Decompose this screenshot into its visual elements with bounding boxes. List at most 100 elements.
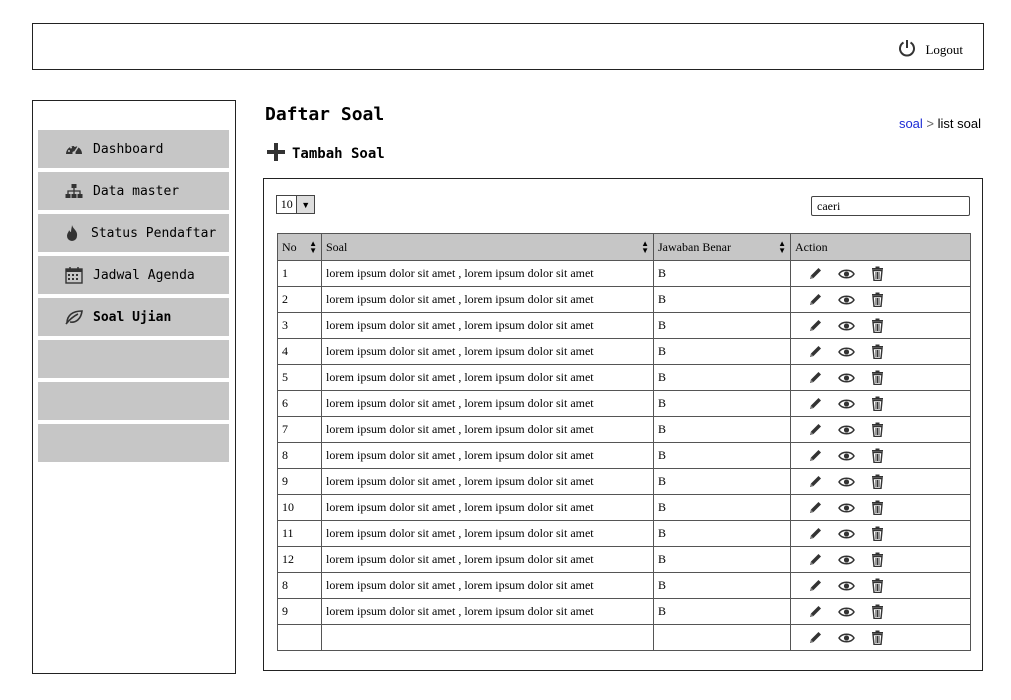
dashboard-icon xyxy=(65,140,83,158)
fire-icon xyxy=(63,224,81,242)
column-header-soal[interactable]: Soal ▲ ▼ xyxy=(321,233,654,261)
page-size-select[interactable]: 10 ▼ xyxy=(276,195,315,214)
eye-icon[interactable] xyxy=(838,421,855,438)
pencil-icon[interactable] xyxy=(807,369,824,386)
trash-icon[interactable] xyxy=(869,551,886,568)
pencil-icon[interactable] xyxy=(807,395,824,412)
trash-icon[interactable] xyxy=(869,369,886,386)
trash-icon[interactable] xyxy=(869,525,886,542)
eye-icon[interactable] xyxy=(838,265,855,282)
eye-icon[interactable] xyxy=(838,343,855,360)
trash-icon[interactable] xyxy=(869,447,886,464)
pencil-icon[interactable] xyxy=(807,525,824,542)
eye-icon[interactable] xyxy=(838,447,855,464)
cell-no: 9 xyxy=(277,598,322,625)
cell-jawaban: B xyxy=(653,416,791,443)
eye-icon[interactable] xyxy=(838,629,855,646)
trash-icon[interactable] xyxy=(869,473,886,490)
eye-icon[interactable] xyxy=(838,317,855,334)
sidebar-item-dashboard[interactable]: Dashboard xyxy=(38,130,229,168)
table-row xyxy=(277,624,971,651)
cell-action xyxy=(790,260,971,287)
table-row: 10 lorem ipsum dolor sit amet , lorem ip… xyxy=(277,494,971,521)
pencil-icon[interactable] xyxy=(807,499,824,516)
power-icon xyxy=(897,38,917,62)
breadcrumb-link-soal[interactable]: soal xyxy=(899,116,923,131)
table-row: 5 lorem ipsum dolor sit amet , lorem ips… xyxy=(277,364,971,391)
cell-no: 4 xyxy=(277,338,322,365)
sidebar-item-jadwal-agenda[interactable]: Jadwal Agenda xyxy=(38,256,229,294)
table-row: 2 lorem ipsum dolor sit amet , lorem ips… xyxy=(277,286,971,313)
column-header-jawaban-benar[interactable]: Jawaban Benar ▲ ▼ xyxy=(653,233,791,261)
sort-icon[interactable]: ▲ ▼ xyxy=(778,240,786,255)
cell-no: 1 xyxy=(277,260,322,287)
eye-icon[interactable] xyxy=(838,577,855,594)
cell-soal: lorem ipsum dolor sit amet , lorem ipsum… xyxy=(321,260,654,287)
logout-label: Logout xyxy=(925,42,963,57)
cell-soal: lorem ipsum dolor sit amet , lorem ipsum… xyxy=(321,338,654,365)
sidebar-item-empty[interactable] xyxy=(38,340,229,378)
eye-icon[interactable] xyxy=(838,473,855,490)
pencil-icon[interactable] xyxy=(807,629,824,646)
sort-icon[interactable]: ▲ ▼ xyxy=(309,240,317,255)
cell-jawaban: B xyxy=(653,572,791,599)
trash-icon[interactable] xyxy=(869,421,886,438)
pencil-icon[interactable] xyxy=(807,447,824,464)
cell-action xyxy=(790,572,971,599)
sidebar-item-empty[interactable] xyxy=(38,424,229,462)
sidebar-item-data-master[interactable]: Data master xyxy=(38,172,229,210)
cell-action xyxy=(790,286,971,313)
search-input[interactable] xyxy=(811,196,970,216)
eye-icon[interactable] xyxy=(838,603,855,620)
add-soal-label: Tambah Soal xyxy=(292,146,385,162)
trash-icon[interactable] xyxy=(869,317,886,334)
pencil-icon[interactable] xyxy=(807,343,824,360)
eye-icon[interactable] xyxy=(838,525,855,542)
cell-soal: lorem ipsum dolor sit amet , lorem ipsum… xyxy=(321,546,654,573)
sitemap-icon xyxy=(65,182,83,200)
trash-icon[interactable] xyxy=(869,265,886,282)
sidebar-menu: Dashboard Data master Status Pendaftar J… xyxy=(38,130,229,466)
cell-no: 8 xyxy=(277,442,322,469)
cell-soal: lorem ipsum dolor sit amet , lorem ipsum… xyxy=(321,468,654,495)
pencil-icon[interactable] xyxy=(807,473,824,490)
pencil-icon[interactable] xyxy=(807,317,824,334)
trash-icon[interactable] xyxy=(869,499,886,516)
plus-icon xyxy=(266,142,286,166)
pencil-icon[interactable] xyxy=(807,577,824,594)
cell-action xyxy=(790,624,971,651)
trash-icon[interactable] xyxy=(869,291,886,308)
sidebar-item-status-pendaftar[interactable]: Status Pendaftar xyxy=(38,214,229,252)
logout-button[interactable]: Logout xyxy=(897,38,963,62)
eye-icon[interactable] xyxy=(838,369,855,386)
cell-jawaban: B xyxy=(653,598,791,625)
trash-icon[interactable] xyxy=(869,629,886,646)
cell-action xyxy=(790,364,971,391)
sidebar-item-soal-ujian[interactable]: Soal Ujian xyxy=(38,298,229,336)
eye-icon[interactable] xyxy=(838,499,855,516)
trash-icon[interactable] xyxy=(869,603,886,620)
sidebar-item-label: Jadwal Agenda xyxy=(93,267,195,283)
eye-icon[interactable] xyxy=(838,551,855,568)
pencil-icon[interactable] xyxy=(807,551,824,568)
add-soal-button[interactable]: Tambah Soal xyxy=(266,142,385,166)
page-title: Daftar Soal xyxy=(265,104,385,125)
cell-jawaban: B xyxy=(653,468,791,495)
trash-icon[interactable] xyxy=(869,577,886,594)
eye-icon[interactable] xyxy=(838,395,855,412)
cell-soal: lorem ipsum dolor sit amet , lorem ipsum… xyxy=(321,494,654,521)
pencil-icon[interactable] xyxy=(807,421,824,438)
sort-icon[interactable]: ▲ ▼ xyxy=(641,240,649,255)
column-header-no[interactable]: No ▲ ▼ xyxy=(277,233,322,261)
chevron-down-icon[interactable]: ▼ xyxy=(296,196,314,213)
cell-jawaban: B xyxy=(653,260,791,287)
sidebar-item-empty[interactable] xyxy=(38,382,229,420)
eye-icon[interactable] xyxy=(838,291,855,308)
pencil-icon[interactable] xyxy=(807,603,824,620)
trash-icon[interactable] xyxy=(869,395,886,412)
top-bar: Logout xyxy=(32,23,984,70)
pencil-icon[interactable] xyxy=(807,265,824,282)
sidebar-item-label: Data master xyxy=(93,183,180,199)
pencil-icon[interactable] xyxy=(807,291,824,308)
trash-icon[interactable] xyxy=(869,343,886,360)
